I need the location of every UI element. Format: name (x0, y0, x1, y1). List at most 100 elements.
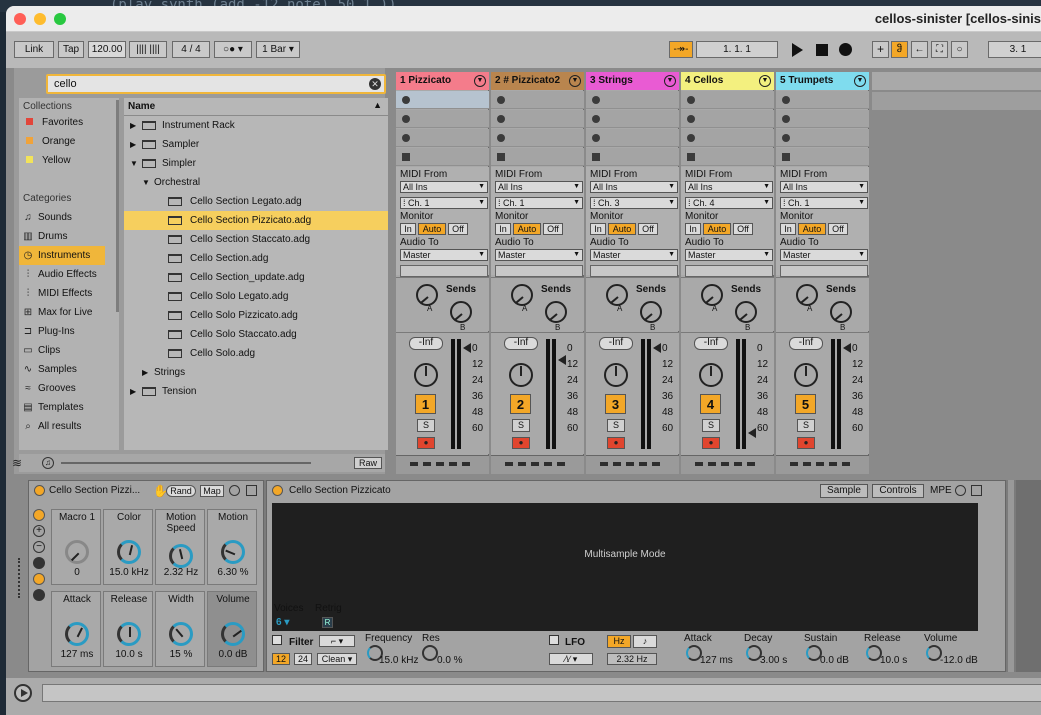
output-channel-field[interactable] (400, 265, 488, 277)
browser-item[interactable]: ▶ Sampler (124, 135, 388, 154)
send-b-knob[interactable] (450, 301, 472, 323)
macro-knob[interactable] (169, 622, 193, 646)
sample-tab[interactable]: Sample (820, 484, 868, 498)
expanded-arrow-icon[interactable]: ▼ (130, 154, 138, 173)
stop-clip-icon[interactable] (782, 153, 790, 161)
collapsed-arrow-icon[interactable]: ▶ (142, 363, 148, 382)
browser-item[interactable]: Cello Section.adg (124, 249, 388, 268)
browser-item[interactable]: Cello Solo.adg (124, 344, 388, 363)
category-sounds[interactable]: ♫ Sounds (19, 208, 119, 227)
collapsed-arrow-icon[interactable]: ▶ (130, 135, 136, 154)
clear-search-icon[interactable]: ✕ (369, 78, 381, 90)
collapsed-arrow-icon[interactable]: ▶ (130, 116, 136, 135)
crossfade-assign-bar[interactable] (790, 462, 850, 466)
collection-orange[interactable]: Orange (19, 132, 119, 151)
volume-fader-handle[interactable] (463, 343, 471, 353)
loop-start-field[interactable]: 3. 1 (988, 41, 1041, 58)
monitor-off-button[interactable]: Off (543, 223, 563, 235)
clip-slot[interactable] (586, 129, 679, 147)
midi-channel-menu[interactable]: ⁞ Ch. 1 (400, 197, 488, 209)
browser-item[interactable]: ▶ Tension (124, 382, 388, 401)
clip-slot[interactable] (681, 110, 774, 128)
macro-knob[interactable] (117, 622, 141, 646)
peak-level-display[interactable]: -Inf (694, 337, 728, 350)
session-record-icon[interactable]: ○ (951, 41, 968, 58)
track-activator-button[interactable]: 4 (700, 394, 721, 414)
expanded-arrow-icon[interactable]: ▼ (142, 173, 150, 192)
clip-slot[interactable] (681, 148, 774, 166)
send-b-knob[interactable] (830, 301, 852, 323)
stop-clip-icon[interactable] (687, 153, 695, 161)
simpler-title[interactable]: Cello Section Pizzicato (289, 485, 391, 496)
monitor-off-button[interactable]: Off (638, 223, 658, 235)
sample-display[interactable]: Multisample Mode (272, 503, 978, 631)
browser-item[interactable]: ▶ Instrument Rack (124, 116, 388, 135)
midi-channel-menu[interactable]: ⁞ Ch. 3 (590, 197, 678, 209)
clip-slot[interactable] (681, 129, 774, 147)
clip-slot[interactable] (776, 91, 869, 109)
midi-from-menu[interactable]: All Ins (400, 181, 488, 193)
browser-item[interactable]: ▼ Orchestral (124, 173, 388, 192)
browser-item[interactable]: Cello Section Staccato.adg (124, 230, 388, 249)
macro-control[interactable]: Volume 0.0 dB (207, 591, 257, 667)
chain-list-icon[interactable] (33, 573, 45, 585)
arm-record-icon[interactable]: ● (607, 437, 625, 449)
pan-knob[interactable] (509, 363, 533, 387)
solo-button[interactable]: S (702, 419, 720, 432)
macro-control[interactable]: Motion 6.30 % (207, 509, 257, 585)
arm-record-icon[interactable]: ● (702, 437, 720, 449)
back-to-arrangement-icon[interactable]: ← (911, 41, 928, 58)
track-menu-icon[interactable]: ▼ (664, 75, 676, 87)
macro-control[interactable]: Motion Speed 2.32 Hz (155, 509, 205, 585)
time-signature-field[interactable]: 4 / 4 (172, 41, 210, 58)
track-menu-icon[interactable]: ▼ (854, 75, 866, 87)
macro-knob[interactable] (65, 622, 89, 646)
lfo-waveform-menu[interactable]: ∕\∕ ▾ (549, 653, 593, 665)
automation-arm-icon[interactable]: ჵ (891, 41, 908, 58)
voices-value[interactable]: 6 ▾ (276, 617, 289, 628)
clip-launch-icon[interactable] (782, 134, 790, 142)
monitor-auto-button[interactable]: Auto (608, 223, 636, 235)
pan-knob[interactable] (794, 363, 818, 387)
clip-launch-icon[interactable] (687, 134, 695, 142)
monitor-auto-button[interactable]: Auto (418, 223, 446, 235)
mpe-toggle[interactable]: MPE (930, 485, 952, 496)
frequency-value[interactable]: 15.0 kHz (379, 655, 418, 666)
send-b-knob[interactable] (640, 301, 662, 323)
track-activator-button[interactable]: 2 (510, 394, 531, 414)
solo-button[interactable]: S (797, 419, 815, 432)
headphones-icon[interactable]: ♫ (42, 457, 54, 469)
peak-level-display[interactable]: -Inf (409, 337, 443, 350)
volume-fader-handle[interactable] (843, 343, 851, 353)
simpler-save-icon[interactable] (971, 485, 982, 496)
pan-knob[interactable] (604, 363, 628, 387)
detail-toggle-icon[interactable] (14, 684, 32, 702)
follow-button[interactable]: -↠- (669, 41, 693, 58)
monitor-auto-button[interactable]: Auto (798, 223, 826, 235)
peak-level-display[interactable]: -Inf (504, 337, 538, 350)
stop-clip-icon[interactable] (497, 153, 505, 161)
pan-knob[interactable] (414, 363, 438, 387)
collapsed-arrow-icon[interactable]: ▶ (130, 382, 136, 401)
category-samples[interactable]: ∿ Samples (19, 360, 119, 379)
tempo-field[interactable]: 120.00 (88, 41, 126, 58)
clip-slot[interactable] (491, 91, 584, 109)
crossfade-assign-bar[interactable] (600, 462, 660, 466)
lfo-toggle[interactable] (549, 635, 559, 645)
clip-launch-icon[interactable] (592, 115, 600, 123)
resonance-value[interactable]: 0.0 % (437, 655, 463, 666)
category-max-for-live[interactable]: ⊞ Max for Live (19, 303, 119, 322)
audio-to-menu[interactable]: Master (780, 249, 868, 261)
clip-launch-icon[interactable] (782, 115, 790, 123)
category-plug-ins[interactable]: ⊐ Plug-Ins (19, 322, 119, 341)
track-activator-button[interactable]: 5 (795, 394, 816, 414)
filter-circuit-menu[interactable]: Clean ▾ (317, 653, 357, 665)
send-b-knob[interactable] (545, 301, 567, 323)
simpler-options-icon[interactable] (955, 485, 966, 496)
monitor-in-button[interactable]: In (495, 223, 511, 235)
peak-level-display[interactable]: -Inf (789, 337, 823, 350)
output-channel-field[interactable] (685, 265, 773, 277)
record-icon[interactable] (839, 43, 852, 56)
send-a-knob[interactable] (701, 284, 723, 306)
pan-knob[interactable] (699, 363, 723, 387)
